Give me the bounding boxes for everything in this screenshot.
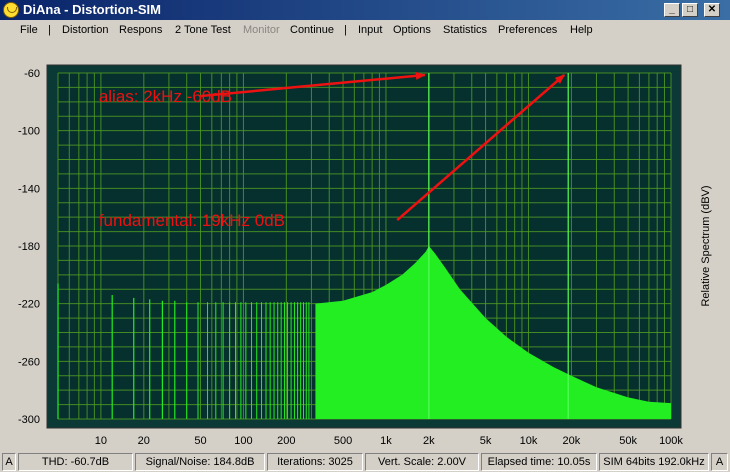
status-thd: THD: -60.7dB (18, 453, 133, 471)
y-tick-label: -180 (18, 241, 40, 253)
app-smiley-icon[interactable] (3, 2, 19, 18)
menu-distortion[interactable]: Distortion (62, 23, 108, 37)
x-tick-label: 5k (480, 435, 492, 447)
title-bar[interactable]: DiAna - Distortion-SIM _ □ ✕ (0, 0, 730, 20)
y-tick-label: -100 (18, 126, 40, 138)
x-tick-label: 500 (334, 435, 352, 447)
menu-statistics[interactable]: Statistics (443, 23, 487, 37)
status-mode-a: A (2, 453, 16, 471)
y-tick-label: -260 (18, 356, 40, 368)
x-tick-label: 50 (194, 435, 206, 447)
menu-help[interactable]: Help (570, 23, 593, 37)
minimize-button[interactable]: _ (664, 3, 680, 17)
x-tick-label: 200 (277, 435, 295, 447)
status-vert-scale: Vert. Scale: 2.00V (365, 453, 479, 471)
status-signal-noise: Signal/Noise: 184.8dB (135, 453, 265, 471)
spectrum-chart[interactable]: -60 -100 -140 -180 -220 -260 -300 10 20 50 100 200 5… (0, 40, 730, 450)
app-window: DiAna - Distortion-SIM _ □ ✕ File | Dist… (0, 0, 730, 472)
close-button[interactable]: ✕ (704, 3, 720, 17)
y-axis-title: Relative Spectrum (dBV) (700, 185, 712, 306)
maximize-button[interactable]: □ (682, 3, 698, 17)
annotation-label: alias: 2kHz -60dB (99, 87, 232, 106)
status-elapsed-time: Elapsed time: 10.05s (481, 453, 597, 471)
menu-options[interactable]: Options (393, 23, 431, 37)
menu-monitor: Monitor (243, 24, 280, 36)
menu-input[interactable]: Input (358, 23, 382, 37)
status-mode-a-right: A (711, 453, 728, 471)
x-tick-label: 20 (138, 435, 150, 447)
x-tick-label: 20k (563, 435, 581, 447)
x-tick-label: 2k (423, 435, 435, 447)
menu-separator: | (344, 24, 347, 36)
status-iterations: Iterations: 3025 (267, 453, 363, 471)
x-tick-label: 50k (619, 435, 637, 447)
x-tick-label: 10 (95, 435, 107, 447)
y-tick-label: -300 (18, 414, 40, 426)
menu-bar: File | Distortion Respons 2 Tone Test Mo… (0, 20, 730, 40)
status-bar: A THD: -60.7dB Signal/Noise: 184.8dB Ite… (0, 451, 730, 472)
annotation-label: fundamental: 19kHz 0dB (99, 211, 285, 230)
spectrum-chart-panel: -60 -100 -140 -180 -220 -260 -300 10 20 50 100 200 5… (0, 40, 730, 450)
menu-preferences[interactable]: Preferences (498, 23, 557, 37)
menu-file[interactable]: File (20, 23, 38, 37)
y-tick-label: -220 (18, 299, 40, 311)
y-tick-label: -60 (24, 68, 40, 80)
menu-2-tone-test[interactable]: 2 Tone Test (175, 23, 231, 37)
status-sim-info: SIM 64bits 192.0kHz (599, 453, 709, 471)
x-tick-label: 100 (234, 435, 252, 447)
x-tick-label: 1k (380, 435, 392, 447)
x-tick-label: 10k (520, 435, 538, 447)
menu-separator: | (48, 24, 51, 36)
menu-continue[interactable]: Continue (290, 23, 334, 37)
y-tick-label: -140 (18, 183, 40, 195)
window-title: DiAna - Distortion-SIM (23, 2, 161, 17)
menu-respons[interactable]: Respons (119, 23, 162, 37)
x-tick-label: 100k (659, 435, 683, 447)
